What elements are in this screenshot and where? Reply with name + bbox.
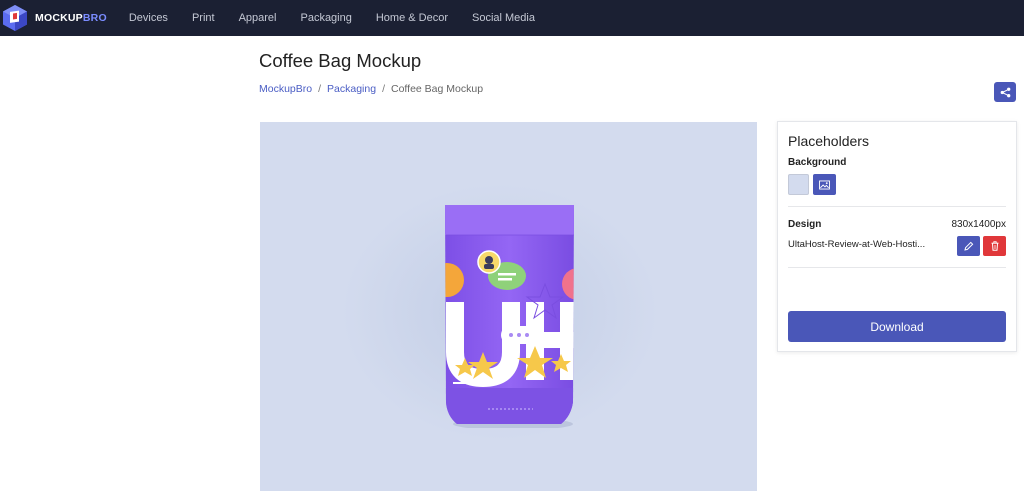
brand-logo[interactable]: MOCKUPBRO <box>2 0 107 36</box>
share-button[interactable] <box>994 82 1016 102</box>
brand-name: MOCKUPBRO <box>35 12 107 24</box>
design-size: 830x1400px <box>951 219 1007 230</box>
design-file-name: UltaHost-Review-at-Web-Hosti... <box>788 239 926 250</box>
panel-title: Placeholders <box>788 133 869 149</box>
top-navbar: MOCKUPBRO Devices Print Apparel Packagin… <box>0 0 1024 36</box>
breadcrumb-packaging[interactable]: Packaging <box>327 83 376 95</box>
mockup-preview[interactable] <box>260 122 757 491</box>
nav-apparel[interactable]: Apparel <box>239 0 277 36</box>
nav-print[interactable]: Print <box>192 0 215 36</box>
coffee-bag-image <box>445 205 574 428</box>
share-icon <box>1000 87 1010 97</box>
nav-devices[interactable]: Devices <box>129 0 168 36</box>
breadcrumb-current: Coffee Bag Mockup <box>391 83 484 95</box>
panel-divider <box>788 267 1006 268</box>
nav-social-media[interactable]: Social Media <box>472 0 535 36</box>
logo-icon <box>3 5 27 31</box>
download-button[interactable]: Download <box>788 311 1006 342</box>
edit-design-button[interactable] <box>957 236 980 256</box>
pencil-icon <box>963 241 973 251</box>
image-icon <box>819 180 830 189</box>
page-title: Coffee Bag Mockup <box>259 50 422 71</box>
background-label: Background <box>788 157 847 168</box>
breadcrumb-separator: / <box>318 83 322 95</box>
background-image-button[interactable] <box>813 174 836 195</box>
main-nav: Devices Print Apparel Packaging Home & D… <box>129 0 559 36</box>
brand-name-main: MOCKUP <box>35 12 83 24</box>
panel-divider <box>788 206 1006 207</box>
brand-name-accent: BRO <box>82 12 107 24</box>
background-color-swatch[interactable] <box>788 174 809 195</box>
breadcrumb-separator: / <box>382 83 385 95</box>
design-label: Design <box>788 219 822 230</box>
nav-packaging[interactable]: Packaging <box>300 0 351 36</box>
placeholders-panel: Placeholders Background Design 830x1400p… <box>777 121 1017 352</box>
delete-design-button[interactable] <box>983 236 1006 256</box>
nav-home-decor[interactable]: Home & Decor <box>376 0 448 36</box>
trash-icon <box>991 241 998 251</box>
breadcrumb-home[interactable]: MockupBro <box>259 83 312 95</box>
breadcrumb: MockupBro / Packaging / Coffee Bag Mocku… <box>259 83 483 95</box>
